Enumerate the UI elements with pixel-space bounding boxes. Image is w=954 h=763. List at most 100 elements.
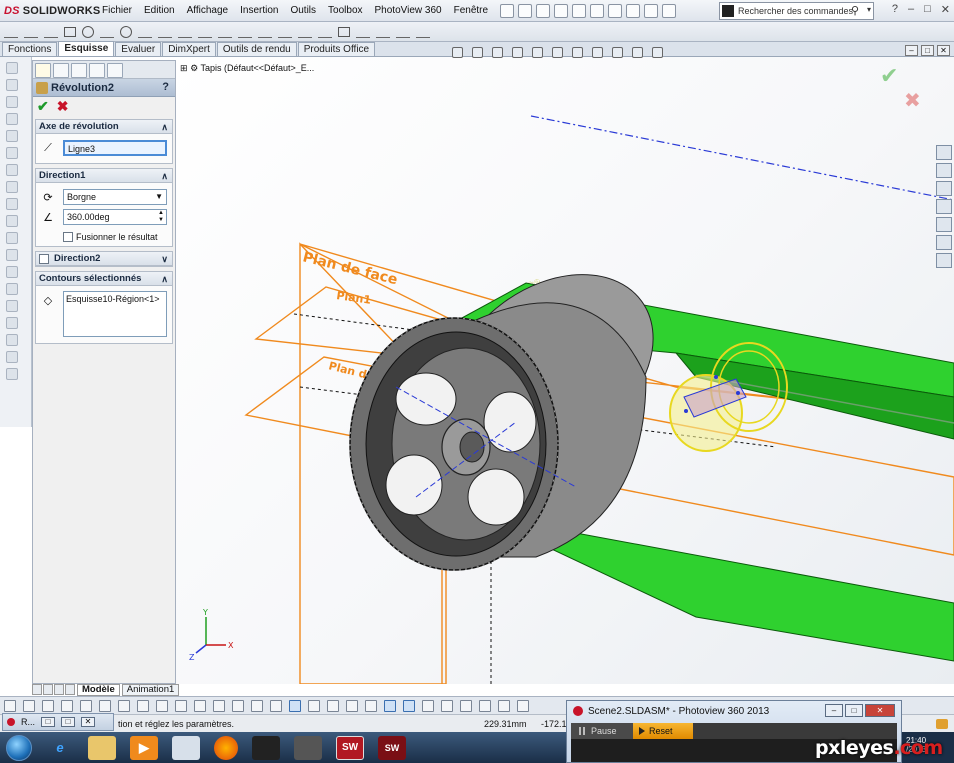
pattern-tool-icon[interactable] (6, 283, 18, 295)
zoom-area-icon[interactable] (472, 46, 483, 58)
repair-sketch-icon[interactable] (356, 26, 370, 38)
filter-faces-icon[interactable] (61, 699, 73, 712)
confirm-check-icon[interactable]: ✔ (880, 64, 898, 89)
collapse-chevron-icon[interactable]: ∧ (161, 120, 168, 134)
minimized-maximize-icon[interactable]: □ (61, 717, 76, 727)
text-icon[interactable] (198, 26, 212, 38)
display-relations-icon[interactable] (338, 26, 350, 37)
tab-evaluer[interactable]: Evaluer (115, 42, 162, 56)
rectangle-tool-icon[interactable] (6, 79, 18, 91)
end-condition-select[interactable]: Borgne ▼ (63, 189, 167, 205)
filter-solid-bodies-icon[interactable] (270, 699, 282, 712)
filter-sketch-segments-icon[interactable] (175, 699, 187, 712)
reset-button[interactable]: Reset (633, 723, 693, 739)
filter-annotations-icon[interactable] (251, 699, 263, 712)
filter-mates-icon[interactable] (403, 699, 415, 712)
filter-points-icon[interactable] (137, 699, 149, 712)
camera-app-icon[interactable] (294, 735, 322, 760)
select-icon[interactable] (608, 3, 623, 18)
filter-routing-icon[interactable] (422, 699, 434, 712)
axis-selection-field[interactable]: Ligne3 (63, 140, 167, 156)
direction2-header[interactable]: Direction2 ∨ (36, 252, 172, 266)
collapse-chevron-icon[interactable]: ∧ (161, 272, 168, 286)
dimxpert-tab-icon[interactable] (89, 63, 105, 78)
first-tab-arrow-icon[interactable] (32, 684, 42, 695)
undo-icon[interactable] (590, 3, 605, 18)
filter-surfaces-icon[interactable] (80, 699, 92, 712)
pin-icon[interactable] (500, 3, 515, 18)
display-pane-icon[interactable] (652, 46, 663, 58)
ok-checkmark-icon[interactable]: ✔ (37, 98, 49, 115)
fillet-tool-icon[interactable] (6, 181, 18, 193)
point-tool-icon[interactable] (6, 147, 18, 159)
viewport-minimize-icon[interactable]: – (905, 45, 918, 56)
start-button[interactable] (6, 734, 32, 761)
design-library-icon[interactable] (936, 181, 952, 196)
menu-edition[interactable]: Edition (138, 0, 181, 22)
save-icon[interactable] (554, 3, 569, 18)
trim-tool-icon[interactable] (6, 249, 18, 261)
filter-loops-icon[interactable] (308, 699, 320, 712)
photoview-minimize-icon[interactable]: – (825, 704, 843, 717)
photoview-close-icon[interactable]: ✕ (865, 704, 895, 717)
print-icon[interactable] (572, 3, 587, 18)
last-tab-arrow-icon[interactable] (65, 684, 75, 695)
menu-insertion[interactable]: Insertion (234, 0, 284, 22)
rebuild-status-icon[interactable] (936, 719, 948, 729)
spin-arrows-icon[interactable]: ▲ ▼ (158, 210, 164, 224)
filter-welds-icon[interactable] (327, 699, 339, 712)
cancel-x-icon[interactable]: ✖ (57, 98, 69, 115)
file-explorer-taskbar-icon[interactable] (88, 735, 116, 760)
selected-contours-list[interactable]: Esquisse10-Région<1> (63, 291, 167, 337)
menu-photoview[interactable]: PhotoView 360 (369, 0, 448, 22)
filter-centers-icon[interactable] (213, 699, 225, 712)
tab-dimxpert[interactable]: DimXpert (162, 42, 216, 56)
circle-tool-icon[interactable] (6, 113, 18, 125)
spline-tool-icon[interactable] (6, 130, 18, 142)
prev-tab-arrow-icon[interactable] (43, 684, 53, 695)
display-tab-icon[interactable] (107, 63, 123, 78)
smart-dimension-icon[interactable] (24, 26, 38, 38)
hide-show-items-icon[interactable] (572, 46, 583, 58)
sketch-icon[interactable] (4, 26, 18, 38)
tab-animation1[interactable]: Animation1 (121, 684, 180, 696)
internet-explorer-icon[interactable]: e (46, 736, 74, 760)
convert-entities-icon[interactable] (238, 26, 252, 38)
spline-icon[interactable] (138, 26, 152, 38)
help-button[interactable]: ? (162, 81, 169, 93)
menu-affichage[interactable]: Affichage (181, 0, 235, 22)
plane-label-face[interactable]: Plan de face (301, 249, 399, 288)
filter-sketch-icon[interactable] (156, 699, 168, 712)
revolve-axis-line[interactable] (530, 115, 954, 201)
filter-toggle-icon[interactable] (4, 699, 16, 712)
offset-tool-icon[interactable] (6, 215, 18, 227)
polygon-icon[interactable] (120, 25, 132, 38)
tab-outils-de-rendu[interactable]: Outils de rendu (216, 42, 297, 56)
open-icon[interactable] (536, 3, 551, 18)
merge-result-option[interactable]: Fusionner le résultat (39, 232, 169, 242)
direction2-checkbox[interactable] (39, 254, 49, 264)
collapse-chevron-icon[interactable]: ∧ (161, 169, 168, 183)
confirm-cancel-icon[interactable]: ✖ (904, 88, 921, 112)
zoom-to-fit-icon[interactable] (452, 46, 463, 58)
filter-blocks-icon[interactable] (479, 699, 491, 712)
direction1-header[interactable]: Direction1 ∧ (36, 169, 172, 183)
mirror-tool-icon[interactable] (6, 232, 18, 244)
photoview-maximize-icon[interactable]: □ (845, 704, 863, 717)
restore-icon[interactable]: □ (924, 3, 931, 16)
minimized-close-icon[interactable]: ✕ (81, 717, 96, 727)
angle-input[interactable]: 360.00deg ▲ ▼ (63, 209, 167, 225)
file-properties-icon[interactable] (644, 3, 659, 18)
tab-produits-office[interactable]: Produits Office (297, 42, 376, 56)
solidworks-resources-icon[interactable] (936, 145, 952, 160)
construction-tool-icon[interactable] (6, 334, 18, 346)
instant2d-icon[interactable] (396, 26, 410, 38)
reverse-direction-icon[interactable]: ⟳ (39, 188, 57, 206)
line-tool-icon[interactable] (6, 62, 18, 74)
dimension-tool-icon[interactable] (6, 317, 18, 329)
appearances-icon[interactable] (936, 235, 952, 250)
property-manager-tab-icon[interactable] (35, 63, 51, 78)
options-icon[interactable] (662, 3, 677, 18)
offset-icon[interactable] (258, 26, 272, 38)
help-icon[interactable]: ? (892, 3, 898, 16)
